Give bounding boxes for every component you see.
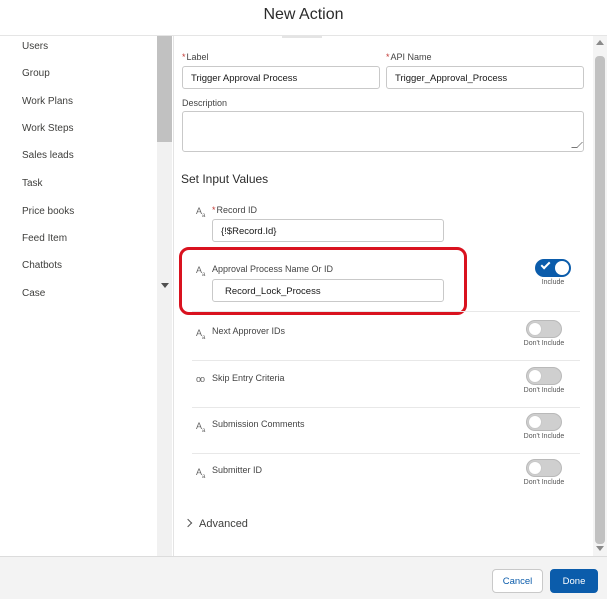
include-toggle-text: Include [541,279,565,286]
include-toggle-next-approver-ids[interactable] [526,320,562,338]
divider [282,36,322,38]
submission-comments-label: Submission Comments [212,419,305,429]
scroll-down-arrow-icon[interactable] [596,546,604,551]
resize-handle-icon[interactable] [571,142,583,148]
dont-include-toggle-text: Don't Include [523,433,565,440]
skip-entry-criteria-label: Skip Entry Criteria [212,373,285,383]
text-type-icon: Aa [196,206,206,219]
modal-title: New Action [263,6,344,23]
object-list-item-work-steps[interactable]: Work Steps [22,123,74,134]
divider [192,453,580,454]
object-list-scroll-thumb[interactable] [157,36,172,142]
api-name-field-label: *API Name [386,52,432,62]
toggle-knob [555,261,569,275]
dont-include-toggle-text: Don't Include [523,387,565,394]
description-field-label: Description [182,98,228,108]
boolean-toggle-icon: oo [196,374,205,384]
text-type-icon: Aa [196,328,206,341]
required-marker: * [212,205,216,215]
modal-header: New Action [0,0,607,36]
description-textarea[interactable] [182,111,584,152]
object-list-item-sales-leads[interactable]: Sales leads [22,150,74,161]
divider [192,311,580,312]
dont-include-toggle-text: Don't Include [523,479,565,486]
record-id-label: *Record ID [212,205,258,215]
scroll-down-arrow-icon[interactable] [161,283,169,288]
next-approver-ids-label: Next Approver IDs [212,326,286,336]
include-toggle-approval-process[interactable] [535,259,571,277]
chevron-right-icon [183,518,193,528]
object-list-item-users[interactable]: Users [22,41,48,52]
include-toggle-submission-comments[interactable] [526,413,562,431]
object-list-item-chatbots[interactable]: Chatbots [22,260,62,271]
required-marker: * [386,52,390,62]
label-input[interactable]: Trigger Approval Process [182,66,380,89]
include-toggle-submitter-id[interactable] [526,459,562,477]
scroll-up-arrow-icon[interactable] [596,40,604,45]
toggle-knob [528,322,542,336]
label-field-label: *Label [182,52,209,62]
form-scrollbar[interactable] [593,36,607,556]
toggle-knob [528,461,542,475]
advanced-label: Advanced [199,518,248,530]
toggle-knob [528,415,542,429]
toggle-knob [528,369,542,383]
modal-footer: Cancel Done [0,556,607,599]
include-toggle-skip-entry-criteria[interactable] [526,367,562,385]
form-scroll-thumb[interactable] [595,56,605,544]
set-input-values-heading: Set Input Values [181,172,269,186]
object-list-item-feed-item[interactable]: Feed Item [22,233,67,244]
dont-include-toggle-text: Don't Include [523,340,565,347]
record-id-input[interactable]: {!$Record.Id} [212,219,444,242]
cancel-button[interactable]: Cancel [492,569,543,593]
annotation-highlight-box [179,247,467,315]
text-type-icon: Aa [196,421,206,434]
object-list-item-group[interactable]: Group [22,68,50,79]
object-list-scrollbar[interactable] [157,36,172,556]
object-list-item-task[interactable]: Task [22,178,43,189]
object-list-item-price-books[interactable]: Price books [22,206,74,217]
text-type-icon: Aa [196,467,206,480]
object-list-panel: Users Group Work Plans Work Steps Sales … [0,36,174,556]
object-list-item-work-plans[interactable]: Work Plans [22,96,73,107]
advanced-section-toggle[interactable]: Advanced [183,518,248,530]
done-button[interactable]: Done [550,569,598,593]
object-list-item-case[interactable]: Case [22,288,45,299]
divider [192,407,580,408]
required-marker: * [182,52,186,62]
check-icon [540,259,551,270]
divider [192,360,580,361]
submitter-id-label: Submitter ID [212,465,263,475]
action-form: *Label Trigger Approval Process *API Nam… [174,36,607,556]
api-name-input[interactable]: Trigger_Approval_Process [386,66,584,89]
